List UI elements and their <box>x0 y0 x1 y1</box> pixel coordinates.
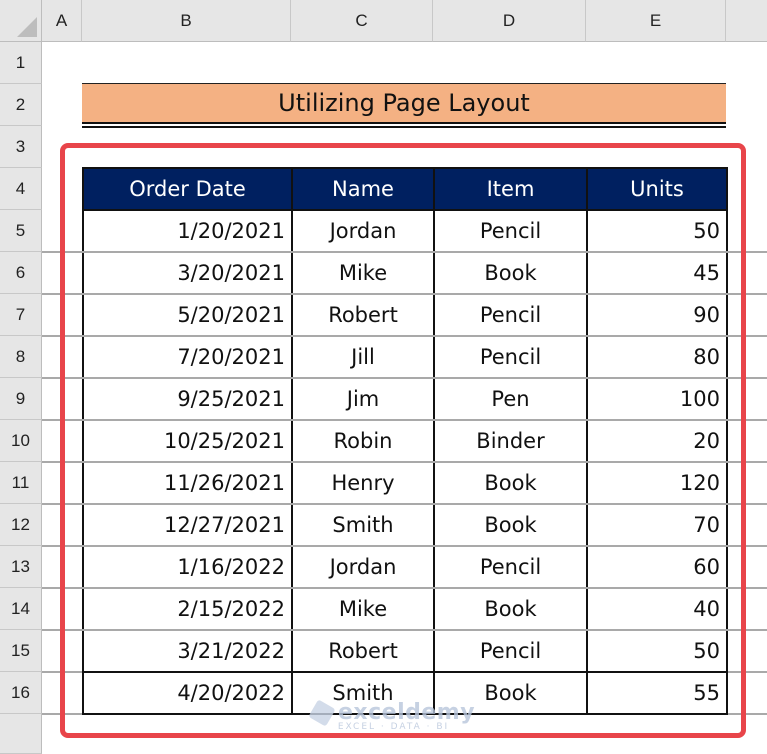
row-header-12[interactable]: 12 <box>0 504 42 546</box>
row-header-8[interactable]: 8 <box>0 336 42 378</box>
exceldemy-watermark: exceldemy EXCEL · DATA · BI <box>308 699 475 732</box>
title-double-underline-bottom <box>82 126 726 128</box>
column-header-d[interactable]: D <box>433 0 586 42</box>
row-header-15[interactable]: 15 <box>0 630 42 672</box>
title-double-underline-top <box>82 122 726 124</box>
row-header-9[interactable]: 9 <box>0 378 42 420</box>
row-header-3[interactable]: 3 <box>0 126 42 168</box>
column-header-a[interactable]: A <box>42 0 82 42</box>
row-header-11[interactable]: 11 <box>0 462 42 504</box>
select-all-triangle-icon <box>17 17 37 37</box>
row-header-5[interactable]: 5 <box>0 210 42 252</box>
row-header-6[interactable]: 6 <box>0 252 42 294</box>
column-header-c[interactable]: C <box>291 0 433 42</box>
column-header-f[interactable] <box>726 0 767 42</box>
row-header-4[interactable]: 4 <box>0 168 42 210</box>
column-header-b[interactable]: B <box>82 0 291 42</box>
sheet-title: Utilizing Page Layout <box>82 83 726 122</box>
row-header-1[interactable]: 1 <box>0 42 42 84</box>
row-header-10[interactable]: 10 <box>0 420 42 462</box>
column-header-e[interactable]: E <box>586 0 726 42</box>
highlight-box <box>60 143 746 738</box>
row-header-13[interactable]: 13 <box>0 546 42 588</box>
row-header-2[interactable]: 2 <box>0 84 42 126</box>
exceldemy-logo-icon <box>308 699 336 727</box>
row-header-16[interactable]: 16 <box>0 672 42 714</box>
row-header-17[interactable] <box>0 714 42 754</box>
select-all-corner[interactable] <box>0 0 42 42</box>
row-header-7[interactable]: 7 <box>0 294 42 336</box>
row-header-14[interactable]: 14 <box>0 588 42 630</box>
